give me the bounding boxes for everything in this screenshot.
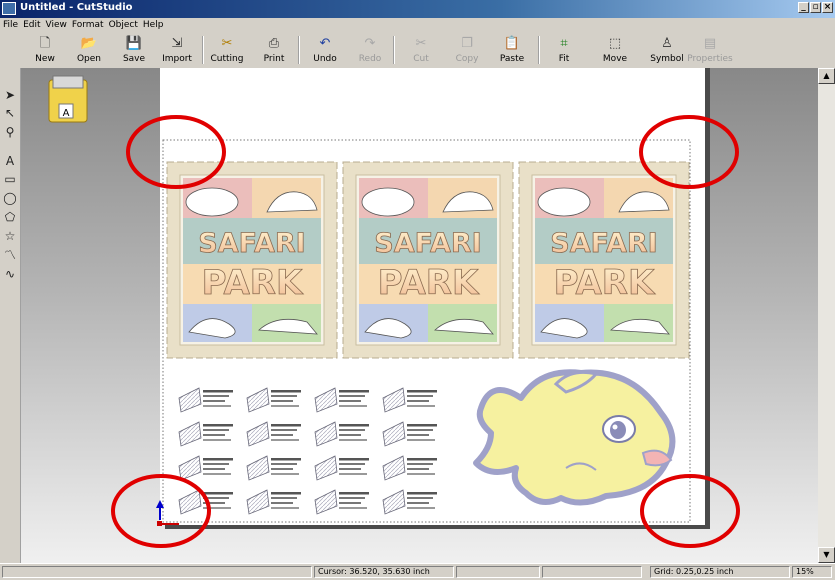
cutting-button[interactable]: ✂ Cutting <box>210 34 244 66</box>
toolbar-separator <box>393 36 395 64</box>
save-button[interactable]: 💾 Save <box>120 34 148 66</box>
menu-file[interactable]: File <box>3 18 18 32</box>
toolbar-separator <box>298 36 300 64</box>
main-toolbar: 🗋 New 📂 Open 💾 Save ⇲ Import ✂ Cutting ⎙ Print… <box>0 32 835 69</box>
paste-icon: 📋 <box>503 36 521 51</box>
stamp-2[interactable]: SAFARI PARK <box>342 161 514 359</box>
zoom-icon[interactable]: ⚲ <box>3 123 17 141</box>
menu-object[interactable]: Object <box>109 18 138 32</box>
cursor-position: Cursor: 36.520, 35.630 inch <box>314 566 454 578</box>
undo-button[interactable]: ↶ Undo <box>310 34 340 66</box>
menu-bar: File Edit View Format Object Help <box>0 18 835 32</box>
star-tool-icon[interactable]: ☆ <box>3 227 17 245</box>
move-button[interactable]: ⬚ Move <box>601 34 629 66</box>
paste-button[interactable]: 📋 Paste <box>497 34 527 66</box>
status-bar: Cursor: 36.520, 35.630 inch Grid: 0.25,0… <box>0 563 835 580</box>
stamp-text-bottom: PARK <box>202 263 304 303</box>
canvas-workspace[interactable]: SAFARI PARK SAFARI PARK SAFARI PARK A <box>21 68 818 563</box>
ellipse-tool-icon[interactable]: ◯ <box>3 189 17 207</box>
floppy-disk-icon: 💾 <box>125 36 143 51</box>
properties-icon: ▤ <box>703 36 717 51</box>
print-button[interactable]: ⎙ Print <box>260 34 288 66</box>
copy-icon: ❐ <box>461 36 473 51</box>
stamp-3[interactable]: SAFARI PARK <box>518 161 690 359</box>
menu-view[interactable]: View <box>46 18 67 32</box>
stamp-1[interactable]: SAFARI PARK <box>166 161 338 359</box>
scroll-up-button[interactable]: ▲ <box>818 68 835 84</box>
stamp-text-bottom: PARK <box>554 263 656 303</box>
select-arrow-icon[interactable]: ➤ <box>3 86 17 104</box>
canvas-svg: SAFARI PARK SAFARI PARK SAFARI PARK A <box>48 68 740 548</box>
stamp-text-bottom: PARK <box>378 263 480 303</box>
menu-edit[interactable]: Edit <box>23 18 40 32</box>
status-panel-empty <box>542 566 642 578</box>
import-button[interactable]: ⇲ Import <box>161 34 193 66</box>
file-folder-icon[interactable]: A <box>48 75 88 123</box>
move-icon: ⬚ <box>608 36 622 51</box>
status-message <box>2 566 312 578</box>
menu-format[interactable]: Format <box>72 18 104 32</box>
rectangle-tool-icon[interactable]: ▭ <box>3 170 17 188</box>
curve-tool-icon[interactable]: ∿ <box>3 265 17 283</box>
fit-icon: ⌗ <box>560 36 568 51</box>
polygon-tool-icon[interactable]: ⬠ <box>3 208 17 226</box>
menu-help[interactable]: Help <box>143 18 164 32</box>
polyline-tool-icon[interactable]: 〽 <box>3 246 17 264</box>
grid-info: Grid: 0.25,0.25 inch <box>650 566 790 578</box>
symbol-button[interactable]: ♙ Symbol <box>650 34 684 66</box>
title-bar: Untitled - CutStudio _ ▫ × <box>0 0 835 18</box>
properties-button[interactable]: ▤ Properties <box>686 34 734 66</box>
svg-text:A: A <box>63 108 70 119</box>
new-document-icon: 🗋 <box>39 36 51 51</box>
cut-button[interactable]: ✂ Cut <box>408 34 434 66</box>
scissors-icon: ✂ <box>415 36 427 51</box>
zoom-level: 15% <box>792 566 832 578</box>
window-title: Untitled - CutStudio <box>20 2 133 13</box>
tool-palette: ➤ ↖ ⚲ A ▭ ◯ ⬠ ☆ 〽 ∿ <box>0 68 21 563</box>
stamp-text-top: SAFARI <box>550 228 657 259</box>
redo-button[interactable]: ↷ Redo <box>356 34 384 66</box>
text-tool-icon[interactable]: A <box>3 152 17 170</box>
toolbar-separator <box>202 36 204 64</box>
copy-button[interactable]: ❐ Copy <box>453 34 481 66</box>
open-folder-icon: 📂 <box>80 36 98 51</box>
open-button[interactable]: 📂 Open <box>74 34 104 66</box>
cutting-icon: ✂ <box>221 36 233 51</box>
symbol-icon: ♙ <box>661 36 673 51</box>
vertical-scrollbar[interactable]: ▲ ▼ <box>818 68 835 563</box>
minimize-button[interactable]: _ <box>798 2 809 13</box>
app-icon[interactable] <box>2 2 16 15</box>
import-icon: ⇲ <box>171 36 183 51</box>
node-edit-icon[interactable]: ↖ <box>3 104 17 122</box>
undo-icon: ↶ <box>319 36 331 51</box>
printer-icon: ⎙ <box>268 36 280 51</box>
stamp-text-top: SAFARI <box>374 228 481 259</box>
restore-button[interactable]: ▫ <box>810 2 821 13</box>
stamp-text-top: SAFARI <box>198 228 305 259</box>
fit-button[interactable]: ⌗ Fit <box>553 34 575 66</box>
redo-icon: ↷ <box>364 36 376 51</box>
toolbar-separator <box>538 36 540 64</box>
scroll-down-button[interactable]: ▼ <box>818 547 835 563</box>
status-panel-empty <box>456 566 540 578</box>
close-button[interactable]: × <box>822 2 833 13</box>
new-button[interactable]: 🗋 New <box>31 34 59 66</box>
